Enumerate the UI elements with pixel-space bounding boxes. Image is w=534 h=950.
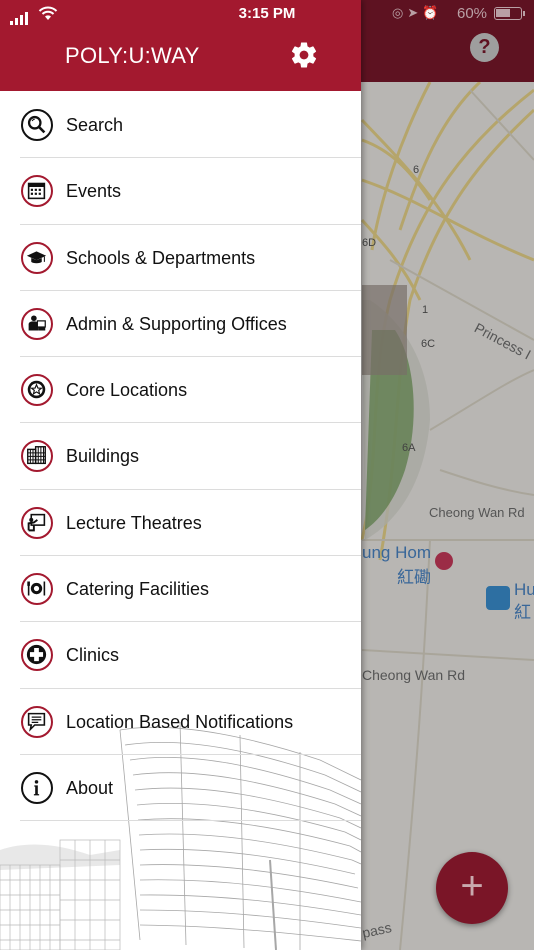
menu-item-buildings[interactable]: Buildings [0, 423, 361, 490]
alarm-icon: ⏰ [422, 5, 443, 20]
menu-item-schools-departments[interactable]: Schools & Departments [0, 225, 361, 291]
menu-item-label: Admin & Supporting Offices [66, 313, 287, 334]
message-icon [21, 705, 53, 738]
drawer-menu: Search Events Schools & Departments Admi… [0, 92, 361, 822]
menu-item-lecture-theatres[interactable]: Lecture Theatres [0, 490, 361, 557]
navigation-drawer: POLY:U:WAY Search Events Schools & Depar… [0, 0, 361, 950]
plate-cutlery-icon [21, 573, 53, 606]
building-icon [21, 440, 53, 473]
menu-item-label: Location Based Notifications [66, 711, 294, 732]
battery-icon [494, 7, 525, 20]
menu-item-search[interactable]: Search [0, 92, 361, 159]
graduation-cap-icon [21, 241, 53, 274]
menu-item-label: Buildings [66, 446, 140, 467]
rotation-lock-icon: ◎ [392, 5, 408, 20]
search-icon [21, 109, 53, 141]
office-worker-icon [21, 307, 53, 340]
menu-item-catering-facilities[interactable]: Catering Facilities [0, 556, 361, 623]
menu-item-label: Lecture Theatres [66, 512, 202, 533]
status-time: 3:15 PM [238, 5, 296, 22]
info-icon [21, 771, 53, 804]
status-icons: ◎➤⏰ [392, 5, 442, 21]
app-title: POLY:U:WAY [65, 43, 200, 68]
divider [20, 820, 361, 822]
menu-item-label: Schools & Departments [66, 247, 256, 268]
menu-item-admin-offices[interactable]: Admin & Supporting Offices [0, 291, 361, 358]
menu-item-label: Core Locations [66, 380, 188, 401]
menu-item-core-locations[interactable]: Core Locations [0, 357, 361, 424]
star-badge-icon [21, 374, 53, 407]
menu-item-label: About [66, 777, 114, 798]
gear-icon[interactable] [289, 40, 319, 70]
status-bar: 3:15 PM ◎➤⏰ 60% [0, 0, 534, 28]
presentation-board-icon [21, 506, 53, 539]
add-fab-button[interactable]: + [436, 852, 508, 924]
location-arrow-icon: ➤ [407, 5, 423, 20]
menu-item-events[interactable]: Events [0, 158, 361, 225]
battery-percent: 60% [457, 5, 488, 22]
menu-item-about[interactable]: About [0, 755, 361, 822]
menu-item-label: Search [66, 115, 124, 135]
calendar-icon [21, 175, 53, 208]
menu-item-location-notifications[interactable]: Location Based Notifications [0, 689, 361, 755]
menu-item-label: Catering Facilities [66, 579, 210, 600]
medical-cross-icon [21, 639, 53, 672]
menu-item-label: Clinics [66, 645, 120, 666]
help-button[interactable]: ? [470, 33, 499, 62]
menu-item-clinics[interactable]: Clinics [0, 622, 361, 689]
menu-item-label: Events [66, 181, 122, 202]
